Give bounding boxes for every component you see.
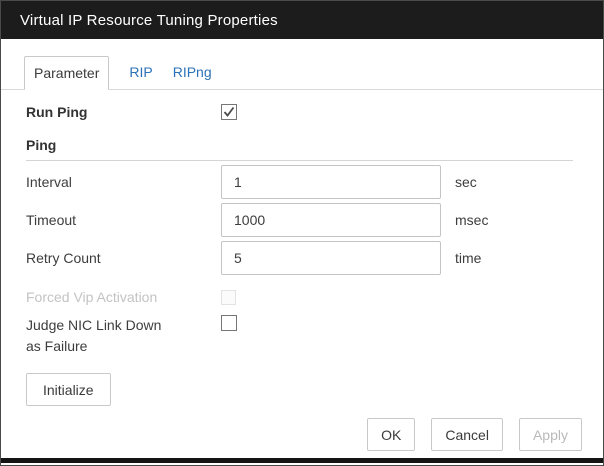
- dialog-body: Run Ping Ping Interval sec Timeout msec …: [1, 104, 603, 451]
- checkmark-icon: [223, 106, 235, 118]
- forced-vip-activation-label: Forced Vip Activation: [26, 289, 221, 305]
- run-ping-row: Run Ping: [26, 104, 573, 120]
- forced-vip-activation-row: Forced Vip Activation: [26, 287, 573, 307]
- virtual-ip-tuning-dialog: Virtual IP Resource Tuning Properties Pa…: [0, 0, 604, 466]
- dialog-bottom-edge: [1, 458, 603, 463]
- tab-parameter[interactable]: Parameter: [24, 56, 109, 90]
- judge-nic-link-down-row: Judge NIC Link Down as Failure: [26, 315, 573, 357]
- timeout-row: Timeout msec: [26, 203, 573, 237]
- interval-label: Interval: [26, 174, 221, 190]
- timeout-unit: msec: [455, 212, 488, 228]
- ping-section-header: Ping: [26, 137, 573, 161]
- tab-bar: Parameter RIP RIPng: [1, 57, 603, 90]
- retry-count-unit: time: [455, 250, 481, 266]
- ping-section-divider: [26, 160, 573, 161]
- ok-button[interactable]: OK: [367, 418, 415, 451]
- ping-section-label: Ping: [26, 137, 56, 153]
- judge-nic-link-down-checkbox[interactable]: [221, 315, 237, 331]
- timeout-input[interactable]: [221, 203, 441, 237]
- initialize-button[interactable]: Initialize: [26, 373, 111, 406]
- tab-rip[interactable]: RIP: [129, 56, 152, 89]
- forced-vip-activation-checkbox: [221, 290, 236, 305]
- tab-ripng[interactable]: RIPng: [173, 56, 212, 89]
- dialog-footer: OK Cancel Apply: [26, 418, 582, 451]
- dialog-titlebar: Virtual IP Resource Tuning Properties: [1, 1, 603, 39]
- retry-count-row: Retry Count time: [26, 241, 573, 275]
- dialog-title: Virtual IP Resource Tuning Properties: [20, 12, 278, 29]
- cancel-button[interactable]: Cancel: [431, 418, 503, 451]
- run-ping-checkbox[interactable]: [221, 104, 237, 120]
- judge-nic-link-down-label: Judge NIC Link Down as Failure: [26, 315, 221, 357]
- interval-unit: sec: [455, 174, 477, 190]
- retry-count-label: Retry Count: [26, 250, 221, 266]
- interval-input[interactable]: [221, 165, 441, 199]
- run-ping-label: Run Ping: [26, 104, 221, 120]
- retry-count-input[interactable]: [221, 241, 441, 275]
- interval-row: Interval sec: [26, 165, 573, 199]
- timeout-label: Timeout: [26, 212, 221, 228]
- apply-button[interactable]: Apply: [519, 418, 582, 451]
